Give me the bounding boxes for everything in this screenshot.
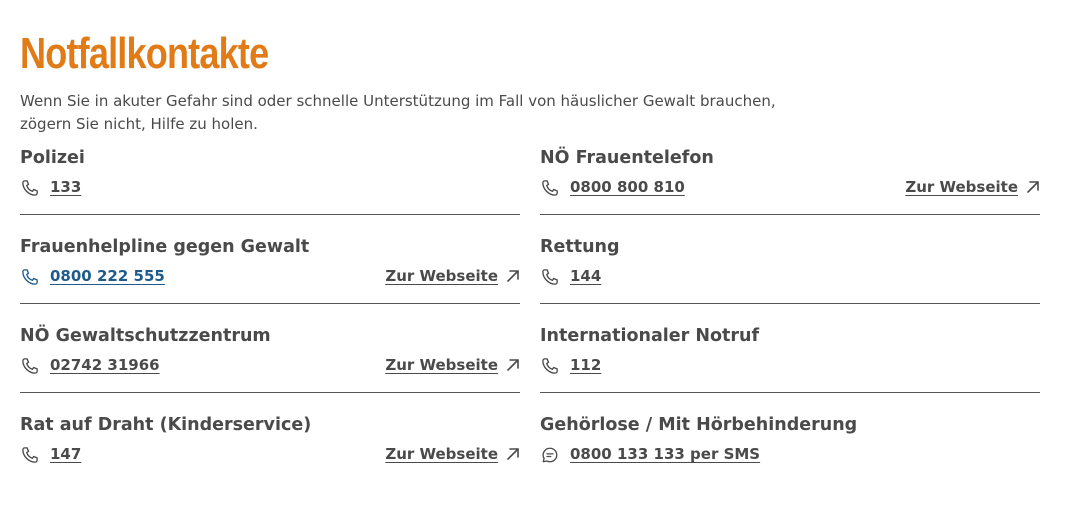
page-title: Notfallkontakte (20, 29, 269, 78)
contact-title: Frauenhelpline gegen Gewalt (20, 237, 310, 257)
phone-link[interactable]: 133 (50, 176, 81, 198)
contact-title: Rettung (540, 237, 620, 257)
contact-card-polizei: Polizei 133 (20, 144, 520, 233)
contacts-grid: Polizei 133 NÖ Frauentelefon 0800 800 81… (20, 144, 1040, 500)
phone-link[interactable]: 02742 31966 (50, 354, 160, 376)
contact-card-noe-gewaltschutzzentrum: NÖ Gewaltschutzzentrum 02742 31966 Zur W… (20, 322, 520, 411)
phone-link[interactable]: 147 (50, 443, 81, 465)
chat-icon (542, 447, 558, 463)
website-link-label: Zur Webseite (385, 445, 498, 463)
contact-title: Polizei (20, 148, 85, 168)
contact-card-gehoerlose: Gehörlose / Mit Hörbehinderung 0800 133 … (540, 411, 1040, 500)
phone-link[interactable]: 0800 800 810 (570, 176, 685, 198)
phone-icon (22, 447, 38, 463)
phone-icon (22, 269, 38, 285)
contact-title: Rat auf Draht (Kinderservice) (20, 415, 312, 435)
contact-title: NÖ Frauentelefon (540, 148, 714, 168)
phone-link[interactable]: 112 (570, 354, 601, 376)
phone-link[interactable]: 144 (570, 265, 601, 287)
external-arrow-icon (507, 448, 519, 460)
contact-card-rat-auf-draht: Rat auf Draht (Kinderservice) 147 Zur We… (20, 411, 520, 500)
phone-icon (542, 269, 558, 285)
contact-title: NÖ Gewaltschutzzentrum (20, 326, 271, 346)
contact-title: Internationaler Notruf (540, 326, 760, 346)
phone-icon (542, 358, 558, 374)
website-link[interactable]: Zur Webseite (385, 443, 520, 465)
contact-card-frauenhelpline: Frauenhelpline gegen Gewalt 0800 222 555… (20, 233, 520, 322)
website-link[interactable]: Zur Webseite (385, 265, 520, 287)
contact-card-internationaler-notruf: Internationaler Notruf 112 (540, 322, 1040, 411)
phone-icon (22, 180, 38, 196)
phone-icon (22, 358, 38, 374)
intro-text: Wenn Sie in akuter Gefahr sind oder schn… (20, 92, 776, 133)
website-link-label: Zur Webseite (905, 178, 1018, 196)
contact-title: Gehörlose / Mit Hörbehinderung (540, 415, 858, 435)
external-arrow-icon (507, 359, 519, 371)
phone-icon (542, 180, 558, 196)
website-link-label: Zur Webseite (385, 267, 498, 285)
contact-card-noe-frauentelefon: NÖ Frauentelefon 0800 800 810 Zur Websei… (540, 144, 1040, 233)
website-link-label: Zur Webseite (385, 356, 498, 374)
external-arrow-icon (1027, 181, 1039, 193)
contact-card-rettung: Rettung 144 (540, 233, 1040, 322)
website-link[interactable]: Zur Webseite (905, 176, 1040, 198)
website-link[interactable]: Zur Webseite (385, 354, 520, 376)
phone-link[interactable]: 0800 222 555 (50, 265, 165, 287)
external-arrow-icon (507, 270, 519, 282)
emergency-contacts-section: Notfallkontakte Wenn Sie in akuter Gefah… (20, 26, 1040, 463)
sms-link[interactable]: 0800 133 133 per SMS (570, 443, 760, 465)
